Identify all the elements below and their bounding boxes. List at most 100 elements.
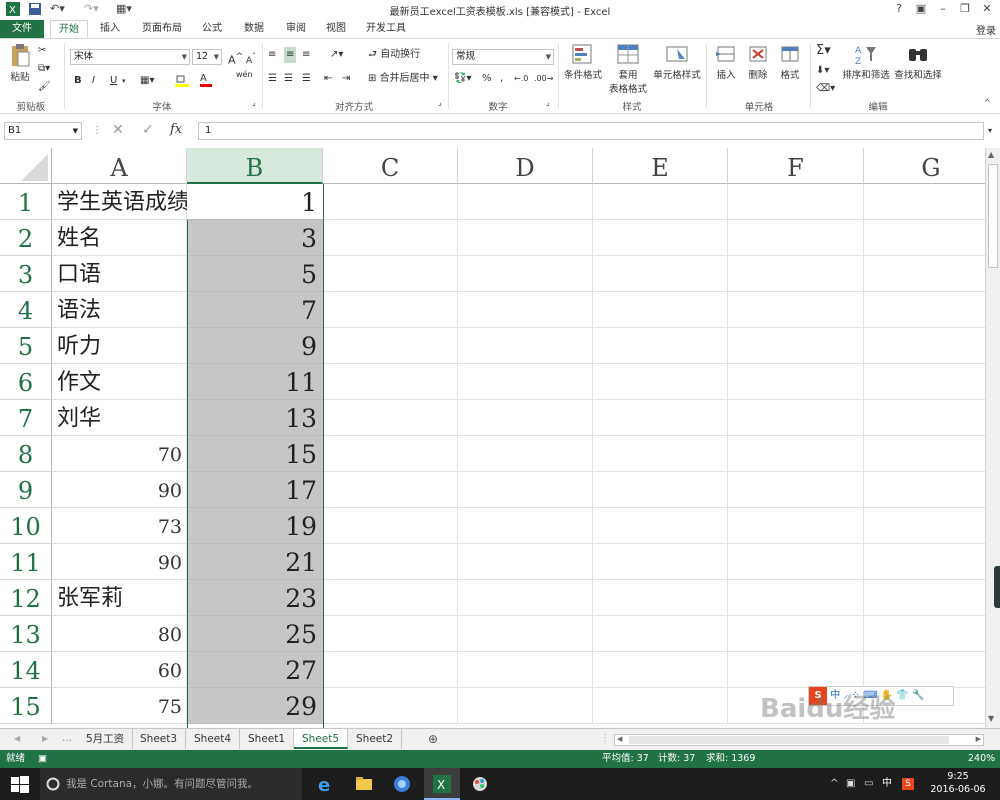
- cell-empty[interactable]: [864, 508, 985, 544]
- cell-empty[interactable]: [323, 544, 458, 580]
- scroll-down-icon[interactable]: ▼: [988, 714, 994, 723]
- cell-empty[interactable]: [458, 400, 593, 436]
- sheet-tab[interactable]: Sheet2: [348, 729, 403, 749]
- fill-color-icon[interactable]: [174, 73, 196, 93]
- cell-empty[interactable]: [458, 688, 593, 724]
- cell-empty[interactable]: [458, 184, 593, 220]
- insert-function-button[interactable]: fx: [170, 122, 182, 138]
- column-header-d[interactable]: D: [458, 148, 593, 184]
- row-header[interactable]: 12: [0, 580, 52, 616]
- paint-app-icon[interactable]: [470, 774, 490, 794]
- cell-b[interactable]: 3: [187, 220, 323, 256]
- column-header-e[interactable]: E: [593, 148, 728, 184]
- bold-button[interactable]: B: [74, 73, 82, 89]
- sogou-tray-icon[interactable]: S: [902, 776, 914, 792]
- cell-empty[interactable]: [728, 328, 864, 364]
- tab-view[interactable]: 视图: [318, 20, 354, 38]
- align-top-icon[interactable]: ≡: [268, 47, 276, 63]
- number-format-combo[interactable]: 常规 ▼: [452, 49, 554, 65]
- cell-empty[interactable]: [458, 544, 593, 580]
- name-box-dropdown-icon[interactable]: ▼: [73, 123, 78, 139]
- row-header[interactable]: 5: [0, 328, 52, 364]
- cell-empty[interactable]: [458, 292, 593, 328]
- cell-empty[interactable]: [864, 364, 985, 400]
- tab-home[interactable]: 开始: [50, 20, 88, 38]
- underline-dropdown-icon[interactable]: ▾: [122, 73, 126, 89]
- cell-a[interactable]: 语法: [52, 292, 187, 328]
- number-dialog-launcher-icon[interactable]: ⌟: [546, 95, 550, 111]
- cell-empty[interactable]: [728, 400, 864, 436]
- align-bottom-icon[interactable]: ≡: [302, 47, 310, 63]
- windows-start-icon[interactable]: [10, 774, 30, 794]
- align-center-icon[interactable]: ☰: [284, 71, 293, 87]
- cell-empty[interactable]: [593, 436, 728, 472]
- row-header[interactable]: 14: [0, 652, 52, 688]
- scroll-thumb[interactable]: [988, 164, 998, 268]
- cell-empty[interactable]: [458, 256, 593, 292]
- cell-empty[interactable]: [593, 580, 728, 616]
- row-header[interactable]: 8: [0, 436, 52, 472]
- find-select-button[interactable]: 查找和选择: [894, 43, 942, 81]
- column-header-b[interactable]: B: [187, 148, 323, 184]
- column-header-f[interactable]: F: [728, 148, 864, 184]
- scroll-up-icon[interactable]: ▲: [988, 150, 994, 159]
- tab-page-layout[interactable]: 页面布局: [134, 20, 190, 38]
- cell-empty[interactable]: [864, 220, 985, 256]
- cell-b[interactable]: 29: [187, 688, 323, 724]
- increase-decimal-icon[interactable]: ←.0: [514, 71, 528, 87]
- sheet-more-icon[interactable]: …: [62, 731, 72, 747]
- cell-empty[interactable]: [458, 472, 593, 508]
- font-color-button[interactable]: A: [200, 71, 212, 87]
- cell-empty[interactable]: [323, 256, 458, 292]
- cell-empty[interactable]: [458, 364, 593, 400]
- cell-a[interactable]: 70: [52, 436, 187, 472]
- row-header[interactable]: 4: [0, 292, 52, 328]
- cell-b[interactable]: 17: [187, 472, 323, 508]
- cell-b[interactable]: 13: [187, 400, 323, 436]
- italic-button[interactable]: I: [92, 73, 95, 89]
- cell-empty[interactable]: [728, 508, 864, 544]
- phonetic-icon[interactable]: wén: [236, 67, 253, 83]
- cell-empty[interactable]: [728, 544, 864, 580]
- cell-empty[interactable]: [593, 652, 728, 688]
- cell-empty[interactable]: [728, 652, 864, 688]
- cell-empty[interactable]: [323, 400, 458, 436]
- row-header[interactable]: 15: [0, 688, 52, 724]
- cell-a[interactable]: 80: [52, 616, 187, 652]
- new-sheet-icon[interactable]: ⊕: [428, 731, 438, 747]
- close-icon[interactable]: ✕: [976, 2, 998, 18]
- scroll-left-icon[interactable]: ◀: [617, 735, 622, 743]
- cell-empty[interactable]: [593, 220, 728, 256]
- cell-empty[interactable]: [323, 292, 458, 328]
- decrease-indent-icon[interactable]: ⇤: [324, 71, 332, 87]
- percent-style-button[interactable]: %: [482, 71, 492, 87]
- decrease-decimal-icon[interactable]: .00→: [534, 71, 553, 87]
- cell-empty[interactable]: [593, 544, 728, 580]
- name-box[interactable]: B1 ▼: [4, 122, 82, 140]
- cell-empty[interactable]: [864, 400, 985, 436]
- row-header[interactable]: 3: [0, 256, 52, 292]
- borders-icon[interactable]: ▦▾: [140, 73, 154, 89]
- tray-chevron-icon[interactable]: ^: [830, 776, 838, 792]
- cell-empty[interactable]: [728, 292, 864, 328]
- vertical-scrollbar[interactable]: ▲ ▼: [985, 148, 1000, 728]
- sheet-tab[interactable]: Sheet5: [294, 729, 349, 749]
- alignment-dialog-launcher-icon[interactable]: ⌟: [438, 95, 442, 111]
- browser-icon[interactable]: [392, 774, 412, 794]
- cell-a[interactable]: 学生英语成绩: [52, 184, 189, 220]
- ime-toolbar[interactable]: S 中 ⸝ ⁘ ⌨ ✋ 👕 🔧: [808, 686, 954, 706]
- ribbon-display-icon[interactable]: ▣: [910, 2, 932, 18]
- cell-a[interactable]: 口语: [52, 256, 187, 292]
- row-header[interactable]: 11: [0, 544, 52, 580]
- cell-empty[interactable]: [323, 364, 458, 400]
- row-header[interactable]: 13: [0, 616, 52, 652]
- expand-formula-bar-icon[interactable]: ▾: [988, 123, 992, 139]
- clear-icon[interactable]: ⌫▾: [816, 81, 835, 97]
- cell-b[interactable]: 1: [187, 184, 323, 220]
- cell-a[interactable]: 姓名: [52, 220, 187, 256]
- column-header-a[interactable]: A: [52, 148, 187, 184]
- cell-b[interactable]: 21: [187, 544, 323, 580]
- sort-filter-button[interactable]: AZ 排序和筛选: [842, 43, 890, 81]
- cell-empty[interactable]: [323, 508, 458, 544]
- merge-center-button[interactable]: ⊞ 合并后居中 ▾: [368, 71, 438, 87]
